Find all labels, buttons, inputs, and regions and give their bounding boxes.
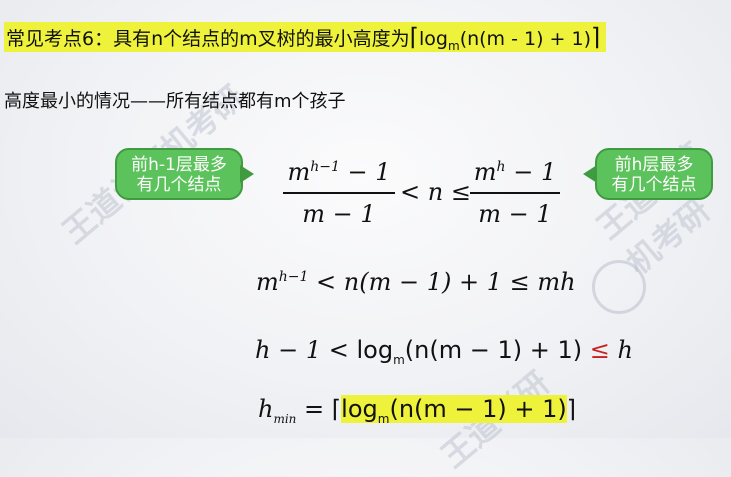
watermark-logo-icon bbox=[592, 260, 646, 314]
callout-left: 前h-1层最多 有几个结点 bbox=[115, 148, 243, 200]
fraction-right-denominator: m − 1 bbox=[478, 200, 552, 228]
log-text: log bbox=[356, 336, 394, 364]
fraction-left: mh−1 − 1 m − 1 bbox=[283, 158, 395, 228]
callout-right-line1: 前h层最多 bbox=[614, 155, 694, 175]
title-log: log bbox=[419, 28, 448, 50]
ceil-right-icon: ⌉ bbox=[566, 395, 577, 423]
fraction-left-numerator: mh−1 − 1 bbox=[287, 158, 391, 186]
callout-left-pointer-icon bbox=[240, 165, 254, 183]
callout-right: 前h层最多 有几个结点 bbox=[595, 148, 713, 200]
page-title: 常见考点6：具有n个结点的m叉树的最小高度为⌈logm(n(m - 1) + 1… bbox=[4, 22, 607, 53]
subtitle: 高度最小的情况——所有结点都有m个孩子 bbox=[4, 91, 346, 112]
le-sign: ≤ bbox=[589, 336, 610, 364]
equation-4: hmin = ⌈logm(n(m − 1) + 1)⌉ bbox=[258, 395, 577, 426]
highlighted-log: logm(n(m − 1) + 1) bbox=[341, 395, 567, 426]
equation-2: mh−1 < n(m − 1) + 1 ≤ mh bbox=[256, 268, 576, 296]
fraction-left-denominator: m − 1 bbox=[302, 200, 376, 228]
title-log-base: m bbox=[447, 38, 460, 53]
title-log-args: (n(m - 1) + 1) bbox=[459, 28, 591, 50]
ceil-right-icon: ⌉ bbox=[591, 23, 601, 51]
callout-right-line2: 有几个结点 bbox=[611, 175, 697, 195]
fraction-right-numerator: mh − 1 bbox=[473, 158, 557, 186]
fraction-right: mh − 1 m − 1 bbox=[470, 158, 560, 228]
ceil-left-icon: ⌈ bbox=[409, 23, 420, 51]
inequality-middle: < n ≤ bbox=[400, 178, 471, 206]
callout-left-line2: 有几个结点 bbox=[136, 175, 222, 195]
callout-left-line1: 前h-1层最多 bbox=[131, 155, 227, 175]
title-text: 常见考点6：具有n个结点的m叉树的最小高度为 bbox=[6, 28, 410, 50]
equation-3: h − 1 < logm(n(m − 1) + 1) ≤ h bbox=[255, 336, 633, 367]
callout-right-pointer-icon bbox=[583, 165, 597, 183]
ceil-left-icon: ⌈ bbox=[331, 395, 342, 423]
